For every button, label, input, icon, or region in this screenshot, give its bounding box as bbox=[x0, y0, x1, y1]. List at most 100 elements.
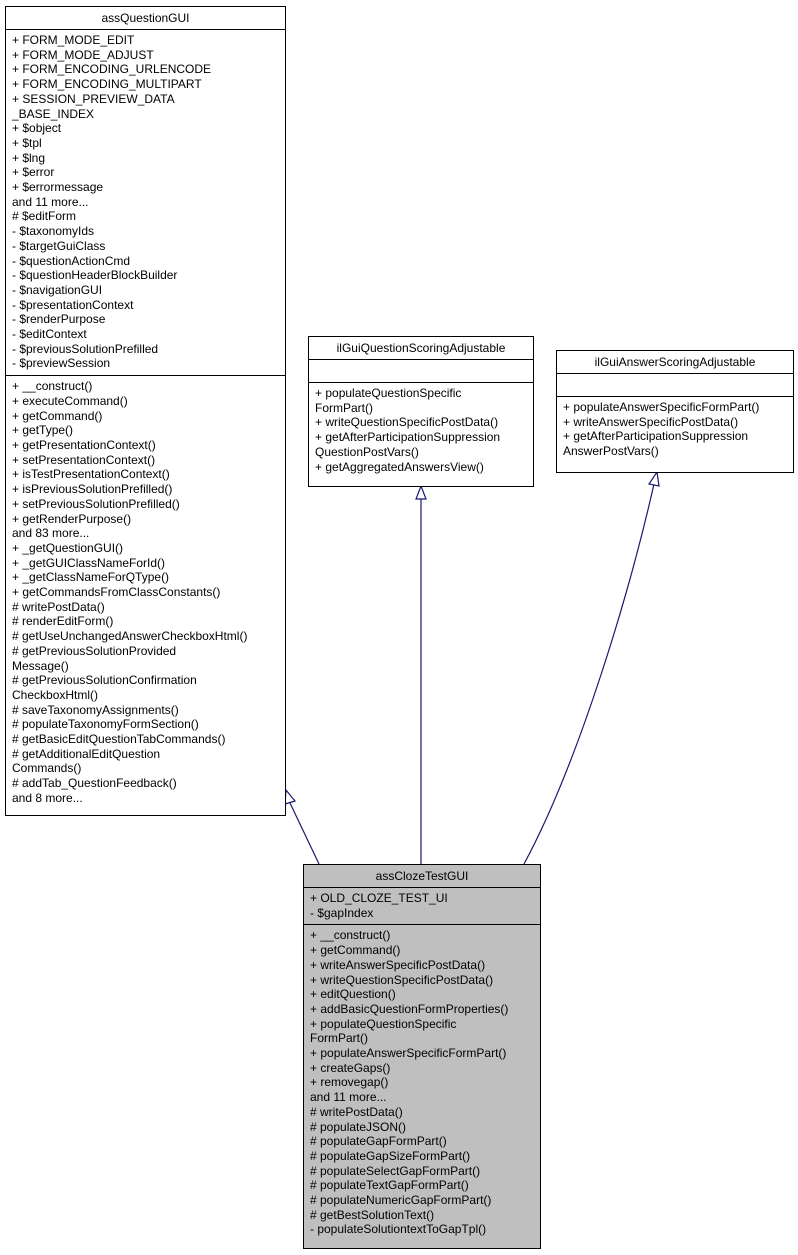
class-ilGuiQuestionScoringAdjustable[interactable]: ilGuiQuestionScoringAdjustable + populat… bbox=[308, 336, 534, 487]
method-item: # addTab_QuestionFeedback() bbox=[12, 776, 177, 791]
attribute-item: - $previousSolutionPrefilled bbox=[12, 341, 159, 356]
method-item: + getRenderPurpose() bbox=[12, 511, 132, 526]
method-item: + addBasicQuestionFormProperties() bbox=[310, 1001, 509, 1016]
method-item: # populateTextGapFormPart() bbox=[310, 1178, 469, 1193]
method-item: # getBestSolutionText() bbox=[310, 1207, 435, 1222]
attribute-item: + $object bbox=[12, 121, 62, 136]
method-item: # getPreviousSolutionConfirmation bbox=[12, 673, 197, 688]
method-item: + writeAnswerSpecificPostData() bbox=[310, 957, 486, 972]
methods-section: + populateAnswerSpecificFormPart() + writ… bbox=[557, 397, 793, 463]
method-item: # getUseUnchangedAnswerCheckboxHtml() bbox=[12, 629, 248, 644]
attribute-item: and 11 more... bbox=[12, 194, 89, 209]
method-item: + getCommand() bbox=[310, 943, 401, 958]
method-item: + __construct() bbox=[12, 379, 93, 394]
method-item: + getType() bbox=[12, 423, 74, 438]
methods-section: + __construct() + getCommand() + writeAnsw… bbox=[304, 925, 540, 1241]
method-item: # populateGapFormPart() bbox=[310, 1134, 447, 1149]
method-item: + editQuestion() bbox=[310, 987, 396, 1002]
method-item: and 83 more... bbox=[12, 526, 90, 541]
method-item: # getBasicEditQuestionTabCommands() bbox=[12, 732, 226, 747]
class-ilGuiAnswerScoringAdjustable[interactable]: ilGuiAnswerScoringAdjustable + populateA… bbox=[556, 350, 794, 473]
class-name: ilGuiQuestionScoringAdjustable bbox=[309, 337, 533, 360]
attribute-item: _BASE_INDEX bbox=[12, 106, 95, 121]
attribute-item: + $errormessage bbox=[12, 180, 104, 195]
method-item: # writePostData() bbox=[12, 599, 105, 614]
attributes-section: + FORM_MODE_EDIT + FORM_MODE_ADJUST + FORM… bbox=[6, 30, 285, 377]
method-item: + populateAnswerSpecificFormPart() bbox=[310, 1046, 507, 1061]
method-item: + isTestPresentationContext() bbox=[12, 467, 170, 482]
method-item: # getAdditionalEditQuestion bbox=[12, 746, 161, 761]
method-item: # writePostData() bbox=[310, 1104, 403, 1119]
method-item: # populateSelectGapFormPart() bbox=[310, 1163, 481, 1178]
method-item: + _getQuestionGUI() bbox=[12, 540, 124, 555]
method-item: CheckboxHtml() bbox=[12, 687, 99, 702]
attribute-item: - $gapIndex bbox=[310, 905, 374, 920]
attribute-item: + FORM_ENCODING_URLENCODE bbox=[12, 62, 212, 77]
method-item: Message() bbox=[12, 658, 69, 673]
attributes-section bbox=[557, 374, 793, 397]
method-item: # saveTaxonomyAssignments() bbox=[12, 702, 179, 717]
method-item: + isPreviousSolutionPrefilled() bbox=[12, 482, 173, 497]
method-item: + setPresentationContext() bbox=[12, 452, 156, 467]
attribute-item: - $renderPurpose bbox=[12, 312, 106, 327]
method-item: + removegap() bbox=[310, 1075, 389, 1090]
method-item: + _getClassNameForQType() bbox=[12, 570, 170, 585]
attribute-item: + FORM_MODE_EDIT bbox=[12, 33, 135, 47]
attribute-item: + FORM_MODE_ADJUST bbox=[12, 47, 154, 62]
attributes-section: + OLD_CLOZE_TEST_UI - $gapIndex bbox=[304, 888, 540, 926]
method-item: + createGaps() bbox=[310, 1060, 391, 1075]
method-item: AnswerPostVars() bbox=[563, 444, 659, 459]
class-name: ilGuiAnswerScoringAdjustable bbox=[557, 351, 793, 374]
attribute-item: - $editContext bbox=[12, 327, 87, 342]
methods-section: + __construct() + executeCommand() + getCo… bbox=[6, 376, 285, 809]
method-item: # getPreviousSolutionProvided bbox=[12, 643, 177, 658]
inheritance-arrowhead bbox=[284, 788, 297, 805]
method-item: + writeQuestionSpecificPostData() bbox=[310, 972, 494, 987]
method-item: + getAfterParticipationSuppression bbox=[563, 429, 749, 444]
method-item: + populateQuestionSpecific bbox=[315, 386, 462, 400]
class-name: assQuestionGUI bbox=[6, 7, 285, 30]
method-item: + populateAnswerSpecificFormPart() bbox=[563, 400, 760, 414]
method-item: - populateSolutiontextToGapTpl() bbox=[310, 1222, 487, 1237]
method-item: # populateJSON() bbox=[310, 1119, 407, 1134]
edge-clozetest-to-questiongui bbox=[289, 802, 320, 865]
method-item: Commands() bbox=[12, 761, 82, 776]
class-assClozeTestGUI[interactable]: assClozeTestGUI + OLD_CLOZE_TEST_UI - $ga… bbox=[303, 864, 541, 1249]
attribute-item: # $editForm bbox=[12, 209, 77, 224]
method-item: + writeQuestionSpecificPostData() bbox=[315, 415, 499, 430]
class-assQuestionGUI[interactable]: assQuestionGUI + FORM_MODE_EDIT + FORM_MO… bbox=[5, 6, 286, 816]
attribute-item: + OLD_CLOZE_TEST_UI bbox=[310, 891, 448, 905]
method-item: + setPreviousSolutionPrefilled() bbox=[12, 496, 180, 511]
method-item: # renderEditForm() bbox=[12, 614, 114, 629]
method-item: and 8 more... bbox=[12, 790, 83, 805]
method-item: QuestionPostVars() bbox=[315, 444, 419, 459]
methods-section: + populateQuestionSpecific FormPart() + wr… bbox=[309, 383, 533, 478]
method-item: + populateQuestionSpecific bbox=[310, 1016, 457, 1031]
method-item: + getCommandsFromClassConstants() bbox=[12, 585, 221, 600]
method-item: + __construct() bbox=[310, 928, 391, 943]
method-item: + _getGUIClassNameForId() bbox=[12, 555, 166, 570]
method-item: + getCommand() bbox=[12, 408, 103, 423]
attribute-item: - $taxonomyIds bbox=[12, 224, 95, 239]
attribute-item: + FORM_ENCODING_MULTIPART bbox=[12, 77, 202, 92]
method-item: FormPart() bbox=[310, 1031, 368, 1046]
method-item: # populateGapSizeFormPart() bbox=[310, 1148, 471, 1163]
method-item: + getPresentationContext() bbox=[12, 437, 156, 452]
attribute-item: + $error bbox=[12, 165, 55, 180]
attributes-section bbox=[309, 360, 533, 383]
method-item: and 11 more... bbox=[310, 1090, 387, 1105]
attribute-item: - $questionActionCmd bbox=[12, 253, 131, 268]
attribute-item: + SESSION_PREVIEW_DATA bbox=[12, 91, 175, 106]
method-item: # populateNumericGapFormPart() bbox=[310, 1193, 492, 1208]
method-item: # populateTaxonomyFormSection() bbox=[12, 717, 199, 732]
method-item: + getAfterParticipationSuppression bbox=[315, 430, 501, 445]
attribute-item: - $targetGuiClass bbox=[12, 238, 106, 253]
method-item: + writeAnswerSpecificPostData() bbox=[563, 414, 739, 429]
edge-clozetest-to-answerscoring bbox=[523, 483, 655, 865]
class-name: assClozeTestGUI bbox=[304, 865, 540, 888]
method-item: FormPart() bbox=[315, 400, 373, 415]
attribute-item: - $previewSession bbox=[12, 356, 111, 371]
method-item: + getAggregatedAnswersView() bbox=[315, 459, 484, 474]
attribute-item: + $lng bbox=[12, 150, 46, 165]
inheritance-arrowhead bbox=[415, 484, 427, 500]
